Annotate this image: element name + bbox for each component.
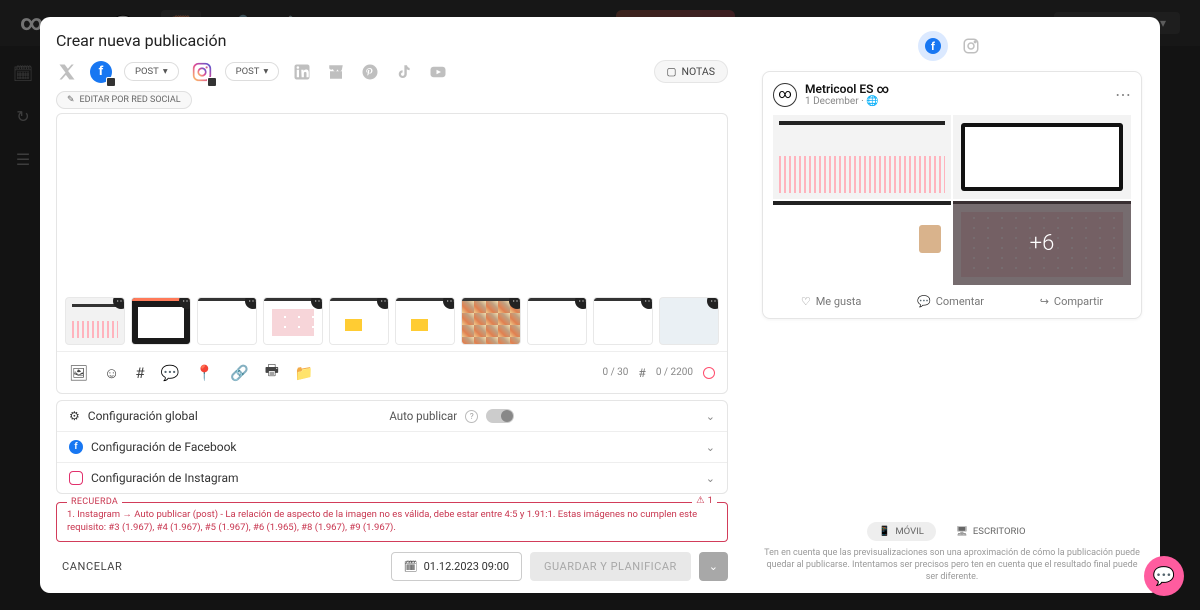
mobile-icon: 📱	[879, 526, 891, 537]
comment-icon[interactable]: 💬	[161, 364, 180, 382]
media-thumb[interactable]: ⋯	[329, 297, 389, 345]
media-thumb[interactable]: ⋯	[197, 297, 257, 345]
media-thumb[interactable]: ⋯	[65, 297, 125, 345]
media-thumb[interactable]: ⋯	[659, 297, 719, 345]
facebook-icon[interactable]: f	[90, 61, 112, 83]
media-thumb[interactable]: ⋯	[395, 297, 455, 345]
preview-image	[773, 201, 951, 285]
desktop-view-button[interactable]: 🖥ESCRITORIO	[944, 522, 1038, 541]
chevron-down-icon: ⌄	[706, 472, 715, 485]
preview-image	[953, 115, 1131, 199]
share-button[interactable]: ↪Compartir	[1040, 295, 1103, 308]
pinterest-icon[interactable]	[359, 61, 381, 83]
comment-button[interactable]: 💬Comentar	[917, 295, 984, 308]
emoji-icon[interactable]: ☺	[104, 364, 119, 382]
edit-by-network-chip[interactable]: ✎EDITAR POR RED SOCIAL	[56, 91, 192, 109]
gear-icon: ⚙	[69, 409, 80, 423]
media-thumb[interactable]: ⋯	[527, 297, 587, 345]
config-instagram-row[interactable]: Configuración de Instagram ⌄	[57, 462, 727, 493]
warning-text: 1. Instagram → Auto publicar (post) - La…	[67, 509, 697, 533]
warning-box: RECUERDA ⚠1 1. Instagram → Auto publicar…	[56, 502, 728, 542]
preview-disclaimer: Ten en cuenta que las previsualizaciones…	[762, 547, 1142, 583]
preview-account-name: Metricool ES ∞	[805, 82, 889, 96]
comment-icon: 💬	[917, 295, 931, 308]
facebook-icon: f	[69, 440, 83, 454]
tiktok-icon[interactable]	[393, 61, 415, 83]
thumb-menu-icon[interactable]: ⋯	[707, 297, 719, 309]
preview-facebook-button[interactable]: f	[918, 31, 948, 61]
save-dropdown-button[interactable]: ⌄	[699, 552, 728, 581]
linkedin-icon[interactable]	[291, 61, 313, 83]
network-row: f POST ▾ POST ▾ ▢NOTAS	[56, 60, 728, 83]
chevron-down-icon: ⌄	[706, 410, 715, 423]
youtube-icon[interactable]	[427, 61, 449, 83]
folder-icon[interactable]: 📁	[295, 364, 314, 382]
schedule-date-button[interactable]: 🗓01.12.2023 09:00	[391, 552, 522, 581]
composer-toolbar: 🖼 ☺ # 💬 📍 🔗 🖶 📁 0 / 30 # 0 / 2200	[57, 351, 727, 393]
help-icon[interactable]: ?	[465, 410, 478, 423]
x-twitter-icon[interactable]	[56, 61, 78, 83]
ig-post-type[interactable]: POST ▾	[225, 62, 280, 81]
hashtag-icon[interactable]: #	[135, 364, 144, 382]
gmb-icon[interactable]	[325, 61, 347, 83]
location-icon[interactable]: 📍	[195, 364, 214, 382]
avatar: ∞	[773, 83, 797, 107]
config-global-row[interactable]: ⚙ Configuración global Auto publicar ? ⌄	[57, 401, 727, 431]
attachments-row: ⋯ ⋯ ⋯ ⋯ ⋯ ⋯ ⋯ ⋯ ⋯ ⋯	[57, 291, 727, 351]
config-facebook-row[interactable]: f Configuración de Facebook ⌄	[57, 431, 727, 462]
create-post-modal: Crear nueva publicación f POST ▾ POST ▾ …	[40, 17, 1160, 593]
media-thumb[interactable]: ⋯	[263, 297, 323, 345]
media-thumb[interactable]: ⋯	[461, 297, 521, 345]
globe-icon: 🌐	[866, 96, 878, 107]
preview-instagram-button[interactable]	[956, 31, 986, 61]
note-icon: ▢	[667, 65, 677, 78]
more-icon[interactable]: ⋯	[1115, 85, 1131, 104]
chat-icon: 💬	[1153, 566, 1175, 587]
chat-fab[interactable]: 💬	[1144, 556, 1184, 596]
mobile-view-button[interactable]: 📱MÓVIL	[867, 522, 936, 541]
modal-title: Crear nueva publicación	[56, 31, 728, 50]
facebook-preview-card: ∞ Metricool ES ∞ 1 December · 🌐 ⋯ +6 ♡Me…	[762, 71, 1142, 319]
warning-label: RECUERDA	[67, 496, 122, 508]
config-accordion: ⚙ Configuración global Auto publicar ? ⌄…	[56, 400, 728, 494]
notes-button[interactable]: ▢NOTAS	[654, 60, 728, 83]
preview-image: +6	[953, 201, 1131, 285]
more-images-overlay: +6	[953, 201, 1131, 285]
autopublish-toggle[interactable]	[486, 409, 514, 423]
instagram-icon[interactable]	[191, 61, 213, 83]
instagram-icon	[69, 471, 83, 485]
calendar-icon: 🗓	[404, 560, 418, 573]
composer: ⋯ ⋯ ⋯ ⋯ ⋯ ⋯ ⋯ ⋯ ⋯ ⋯ 🖼 ☺ # 💬 📍	[56, 113, 728, 394]
device-toggle: 📱MÓVIL 🖥ESCRITORIO	[762, 522, 1142, 541]
post-textarea[interactable]	[57, 114, 727, 291]
print-icon[interactable]: 🖶	[265, 360, 279, 385]
like-button[interactable]: ♡Me gusta	[801, 295, 862, 308]
modal-overlay: Crear nueva publicación f POST ▾ POST ▾ …	[0, 0, 1200, 610]
image-icon[interactable]: 🖼	[69, 364, 88, 382]
save-schedule-button[interactable]: GUARDAR Y PLANIFICAR	[530, 552, 691, 581]
like-icon: ♡	[801, 295, 811, 308]
char-counter: 0 / 2200	[656, 367, 693, 378]
pencil-icon: ✎	[67, 95, 75, 105]
media-thumb[interactable]: ⋯	[593, 297, 653, 345]
desktop-icon: 🖥	[956, 526, 968, 537]
ig-limit-icon	[703, 367, 715, 379]
chevron-down-icon: ⌄	[706, 441, 715, 454]
warning-icon: ⚠	[696, 495, 705, 508]
preview-network-toggle: f	[762, 31, 1142, 61]
preview-image	[773, 115, 951, 199]
share-icon: ↪	[1040, 295, 1049, 308]
fb-post-type[interactable]: POST ▾	[124, 62, 179, 81]
media-thumb[interactable]: ⋯	[131, 297, 191, 345]
hash-icon: #	[638, 366, 645, 380]
hashtag-counter: 0 / 30	[602, 367, 628, 378]
cancel-button[interactable]: CANCELAR	[56, 552, 128, 581]
link-icon[interactable]: 🔗	[230, 364, 249, 382]
